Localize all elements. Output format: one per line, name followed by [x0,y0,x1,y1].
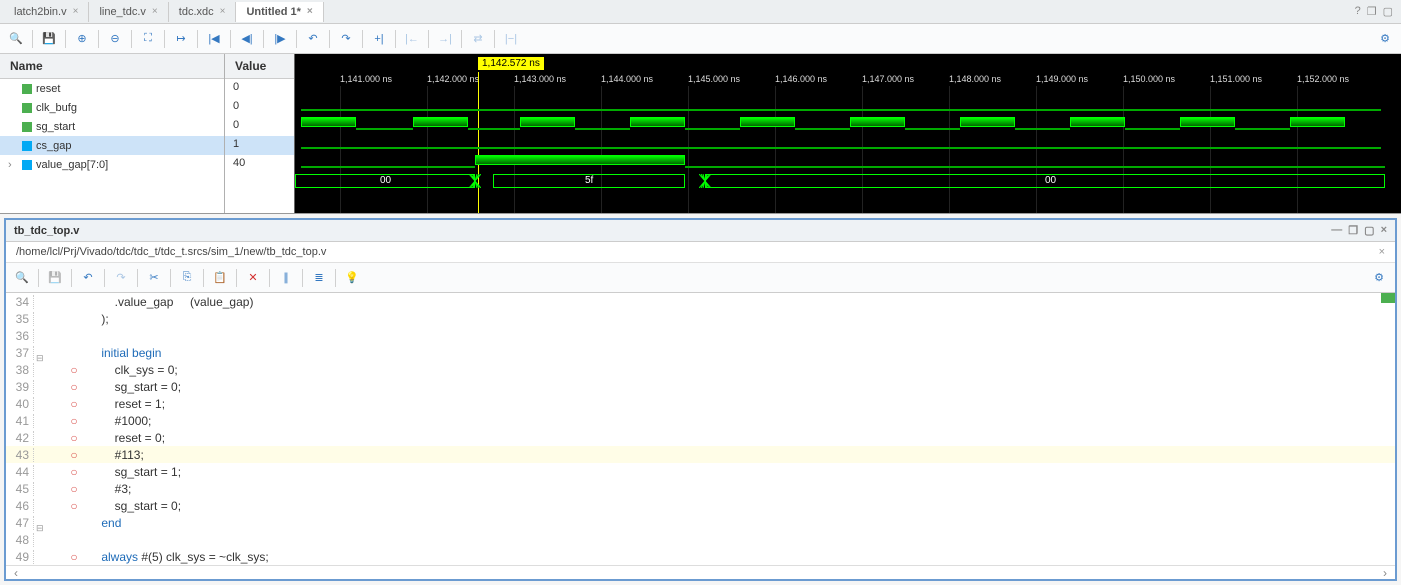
code-line[interactable]: 49○ always #(5) clk_sys = ~clk_sys; [6,548,1395,565]
signal-value: 40 [225,155,294,174]
code-line[interactable]: 42○ reset = 0; [6,429,1395,446]
code-line[interactable]: 34 .value_gap (value_gap) [6,293,1395,310]
close-icon[interactable]: × [1379,246,1385,258]
next-edge-icon[interactable]: ↷ [336,29,356,49]
next-marker-icon[interactable]: →| [435,29,455,49]
zoom-fit-icon[interactable]: ⛶ [138,29,158,49]
swap-marker-icon[interactable]: ⇄ [468,29,488,49]
close-icon[interactable]: × [1381,224,1387,237]
bulb-icon[interactable]: 💡 [342,268,362,288]
code-line[interactable]: 37⊟ initial begin [6,344,1395,361]
paste-icon[interactable]: 📋 [210,268,230,288]
prev-marker-icon[interactable]: |← [402,29,422,49]
code-line[interactable]: 46○ sg_start = 0; [6,497,1395,514]
file-tabs: latch2bin.v× line_tdc.v× tdc.xdc× Untitl… [0,0,1401,24]
step-fwd-icon[interactable]: |▶ [270,29,290,49]
maximize-icon[interactable]: ▢ [1383,5,1393,18]
signal-row-reset[interactable]: reset [0,79,224,98]
code-line[interactable]: 39○ sg_start = 0; [6,378,1395,395]
search-icon[interactable]: 🔍 [12,268,32,288]
code-line[interactable]: 36 [6,327,1395,344]
waveform-canvas[interactable]: 1,142.572 ns 1,141.000 ns1,142.000 ns1,1… [295,54,1401,213]
code-line[interactable]: 45○ #3; [6,480,1395,497]
go-start-icon[interactable]: |◀ [204,29,224,49]
delete-icon[interactable]: ✕ [243,268,263,288]
gear-icon[interactable]: ⚙ [1375,29,1395,49]
code-line[interactable]: 48 [6,531,1395,548]
close-icon[interactable]: × [73,6,79,17]
indent-icon[interactable]: ≣ [309,268,329,288]
code-line[interactable]: 47⊟ end [6,514,1395,531]
tab-0[interactable]: latch2bin.v× [4,2,89,22]
tab-2[interactable]: tdc.xdc× [169,2,237,22]
redo-icon[interactable]: ↷ [111,268,131,288]
cursor-label[interactable]: 1,142.572 ns [478,57,544,70]
gear-icon[interactable]: ⚙ [1369,268,1389,288]
help-icon[interactable]: ? [1355,5,1361,18]
name-header[interactable]: Name [0,54,224,79]
signal-value: 1 [225,136,294,155]
editor-toolbar: 🔍 💾 ↶ ↷ ✂ ⎘ 📋 ✕ ∥ ≣ 💡 ⚙ [6,263,1395,293]
signal-row-cs_gap[interactable]: cs_gap [0,136,224,155]
cut-icon[interactable]: ✂ [144,268,164,288]
copy-icon[interactable]: ⎘ [177,268,197,288]
editor-path: /home/lcl/Prj/Vivado/tdc/tdc_t/tdc_t.src… [16,246,326,258]
delete-marker-icon[interactable]: |−| [501,29,521,49]
h-scrollbar[interactable]: ‹ › [6,565,1395,579]
tab-3[interactable]: Untitled 1*× [236,2,323,22]
value-header[interactable]: Value [225,54,294,79]
close-icon[interactable]: × [152,6,158,17]
scroll-right-icon[interactable]: › [1383,566,1387,580]
comment-icon[interactable]: ∥ [276,268,296,288]
scroll-left-icon[interactable]: ‹ [14,566,18,580]
code-line[interactable]: 44○ sg_start = 1; [6,463,1395,480]
signal-value: 0 [225,117,294,136]
restore-icon[interactable]: ❐ [1367,5,1377,18]
save-icon[interactable]: 💾 [45,268,65,288]
code-line[interactable]: 43○ #113; [6,446,1395,463]
prev-edge-icon[interactable]: ↶ [303,29,323,49]
zoom-out-icon[interactable]: ⊖ [105,29,125,49]
minimize-icon[interactable]: — [1331,224,1342,237]
tab-1[interactable]: line_tdc.v× [89,2,168,22]
signal-row-clk_bufg[interactable]: clk_bufg [0,98,224,117]
signal-row-sg_start[interactable]: sg_start [0,117,224,136]
close-icon[interactable]: × [307,6,313,17]
step-back-icon[interactable]: ◀| [237,29,257,49]
scroll-indicator [1381,293,1395,303]
signal-value: 0 [225,79,294,98]
add-marker-icon[interactable]: +| [369,29,389,49]
code-line[interactable]: 38○ clk_sys = 0; [6,361,1395,378]
code-line[interactable]: 41○ #1000; [6,412,1395,429]
code-line[interactable]: 35 ); [6,310,1395,327]
code-line[interactable]: 40○ reset = 1; [6,395,1395,412]
maximize-icon[interactable]: ▢ [1364,224,1374,237]
editor-panel: tb_tdc_top.v — ❐ ▢ × /home/lcl/Prj/Vivad… [4,218,1397,581]
zoom-in-icon[interactable]: ⊕ [72,29,92,49]
signal-row-value_gap[7:0][interactable]: ›value_gap[7:0] [0,155,224,174]
restore-icon[interactable]: ❐ [1348,224,1358,237]
go-to-cursor-icon[interactable]: ↦ [171,29,191,49]
waveform-panel: Name resetclk_bufgsg_startcs_gap›value_g… [0,54,1401,214]
code-area[interactable]: 34 .value_gap (value_gap)35 );3637⊟ init… [6,293,1395,579]
waveform-toolbar: 🔍 💾 ⊕ ⊖ ⛶ ↦ |◀ ◀| |▶ ↶ ↷ +| |← →| ⇄ |−| … [0,24,1401,54]
signal-value: 0 [225,98,294,117]
undo-icon[interactable]: ↶ [78,268,98,288]
close-icon[interactable]: × [220,6,226,17]
editor-title: tb_tdc_top.v [14,225,79,237]
save-icon[interactable]: 💾 [39,29,59,49]
search-icon[interactable]: 🔍 [6,29,26,49]
